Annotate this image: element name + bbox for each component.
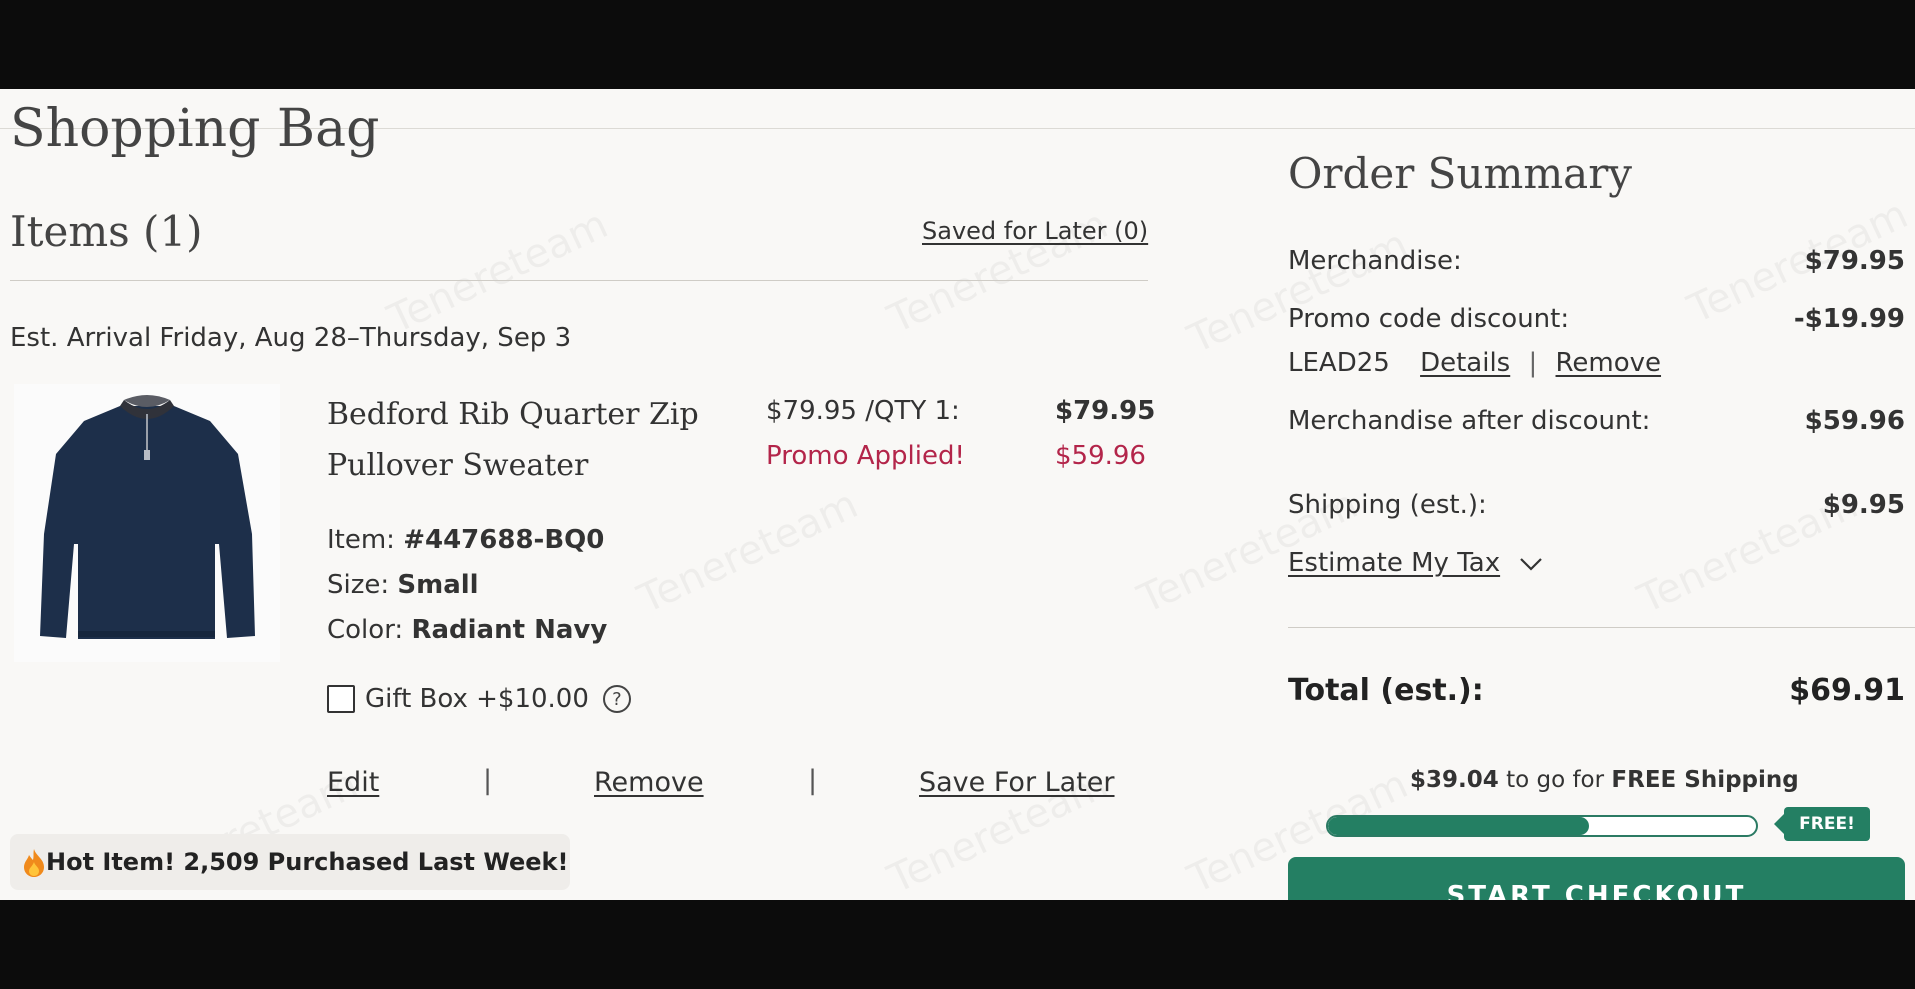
estimated-arrival: Est. Arrival Friday, Aug 28–Thursday, Se… — [10, 323, 572, 353]
saved-for-later-link[interactable]: Saved for Later (0) — [922, 217, 1148, 245]
after-discount-label: Merchandise after discount: — [1288, 406, 1651, 436]
promo-applied-label: Promo Applied! — [766, 441, 965, 471]
edit-link[interactable]: Edit — [327, 767, 379, 798]
promo-discount-label: Promo code discount: — [1288, 304, 1570, 334]
free-shipping-amount: $39.04 — [1410, 767, 1499, 793]
promo-code-row: LEAD25 Details | Remove — [1288, 348, 1661, 378]
estimate-tax-link[interactable]: Estimate My Tax — [1288, 548, 1500, 578]
promo-price: $59.96 — [1055, 441, 1146, 471]
promo-discount-value: -$19.99 — [1793, 304, 1905, 334]
watermark: Tenereteam — [631, 481, 864, 622]
help-icon[interactable]: ? — [602, 685, 631, 713]
hot-item-badge: Hot Item! 2,509 Purchased Last Week! — [10, 834, 570, 890]
promo-separator: | — [1528, 348, 1538, 378]
line-price: $79.95 — [1055, 396, 1156, 426]
total-value: $69.91 — [1789, 673, 1905, 708]
estimate-tax-toggle[interactable]: Estimate My Tax — [1288, 548, 1544, 578]
shipping-value: $9.95 — [1822, 490, 1905, 520]
size-value: Small — [397, 570, 479, 600]
gift-box-label: Gift Box +$10.00 — [365, 684, 589, 714]
order-summary-title: Order Summary — [1288, 149, 1632, 198]
free-shipping-progress-fill — [1328, 817, 1590, 835]
start-checkout-button[interactable]: START CHECKOUT — [1288, 857, 1905, 900]
items-heading: Items (1) — [10, 207, 203, 256]
unit-price: $79.95 /QTY 1: — [766, 396, 960, 426]
promo-remove-link[interactable]: Remove — [1556, 348, 1662, 378]
action-separator: | — [483, 765, 493, 796]
gift-box-checkbox[interactable] — [327, 685, 355, 713]
watermark: Tenereteam — [1181, 221, 1414, 362]
free-shipping-strong: FREE Shipping — [1611, 767, 1799, 793]
product-name-line2: Pullover Sweater — [327, 448, 589, 483]
gift-box-option: Gift Box +$10.00 ? — [327, 684, 631, 714]
color-label: Color: — [327, 615, 404, 645]
merchandise-value: $79.95 — [1804, 246, 1905, 276]
free-shipping-message: $39.04 to go for FREE Shipping — [1410, 767, 1799, 793]
product-image[interactable] — [14, 384, 280, 662]
product-name[interactable]: Bedford Rib Quarter Zip Pullover Sweater — [327, 389, 699, 491]
action-separator: | — [808, 765, 818, 796]
remove-item-link[interactable]: Remove — [594, 767, 704, 798]
color-value: Radiant Navy — [411, 615, 608, 645]
free-shipping-progress — [1326, 815, 1758, 837]
item-value: #447688-BQ0 — [403, 525, 605, 555]
merchandise-label: Merchandise: — [1288, 246, 1462, 276]
item-number: Item: #447688-BQ0 — [327, 525, 604, 555]
shipping-label: Shipping (est.): — [1288, 490, 1487, 520]
size-attribute: Size: Small — [327, 570, 479, 600]
free-badge: FREE! — [1774, 807, 1870, 841]
promo-details-link[interactable]: Details — [1420, 348, 1510, 378]
free-shipping-text: to go for — [1506, 767, 1605, 793]
hot-item-text: Hot Item! 2,509 Purchased Last Week! — [46, 848, 569, 876]
watermark: Tenereteam — [381, 201, 614, 342]
chevron-down-icon — [1520, 557, 1543, 571]
item-label: Item: — [327, 525, 395, 555]
after-discount-value: $59.96 — [1804, 406, 1905, 436]
size-label: Size: — [327, 570, 390, 600]
items-divider — [10, 280, 1148, 281]
color-attribute: Color: Radiant Navy — [327, 615, 607, 645]
summary-divider — [1288, 627, 1915, 628]
sweater-icon — [40, 395, 255, 639]
save-for-later-link[interactable]: Save For Later — [919, 767, 1115, 798]
promo-code: LEAD25 — [1288, 348, 1390, 378]
shopping-bag-page: Tenereteam Tenereteam Tenereteam Teneret… — [0, 89, 1915, 900]
product-name-line1: Bedford Rib Quarter Zip — [327, 397, 699, 432]
total-label: Total (est.): — [1288, 673, 1484, 708]
page-title: Shopping Bag — [10, 99, 380, 159]
flame-icon — [24, 849, 44, 877]
